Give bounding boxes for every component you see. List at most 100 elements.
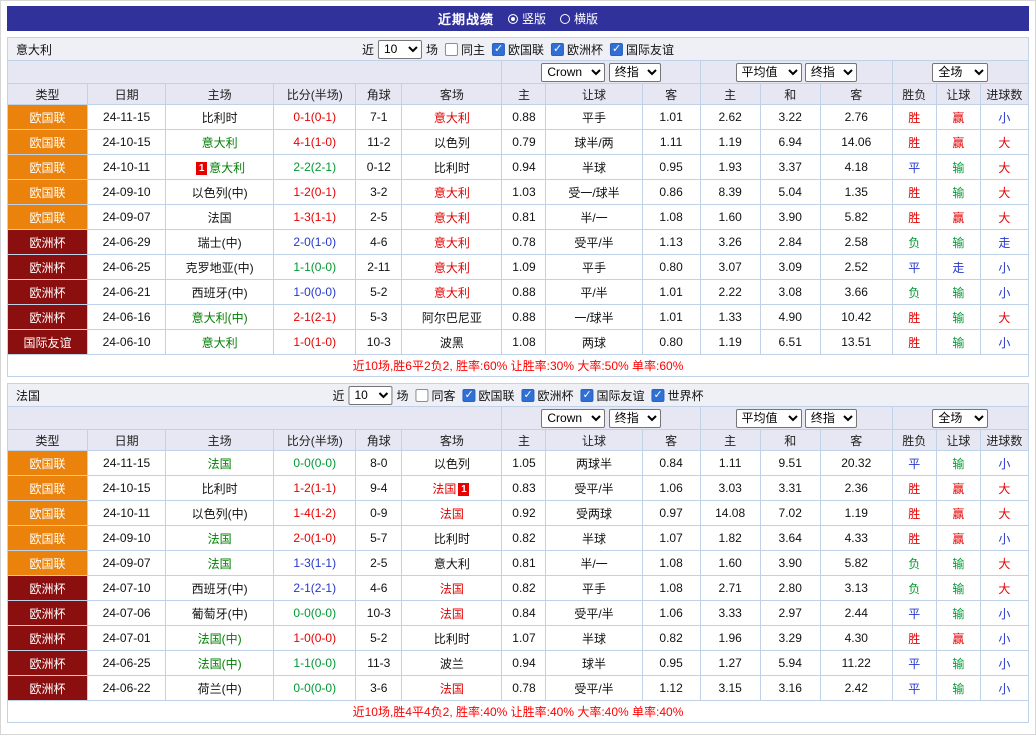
home-team-cell[interactable]: 法国(中) <box>166 626 274 651</box>
home-team-cell[interactable]: 法国 <box>166 526 274 551</box>
home-team-name: 法国 <box>208 557 232 571</box>
away-team-cell[interactable]: 比利时 <box>402 626 502 651</box>
home-team-cell[interactable]: 克罗地亚(中) <box>166 255 274 280</box>
same-venue-filter[interactable]: 同客 <box>415 387 455 404</box>
competition-filter-0[interactable]: 欧国联 <box>492 41 544 58</box>
home-team-cell[interactable]: 瑞士(中) <box>166 230 274 255</box>
away-team-cell[interactable]: 阿尔巴尼亚 <box>402 305 502 330</box>
average-odds-select[interactable]: 平均值 <box>736 409 802 428</box>
euro-final-odds-select[interactable]: 终指 <box>805 63 857 82</box>
summary-row: 近10场,胜6平2负2, 胜率:60% 让胜率:30% 大率:50% 单率:60… <box>8 355 1029 377</box>
checkbox-icon <box>581 389 594 402</box>
away-team-cell[interactable]: 法国 <box>402 601 502 626</box>
away-team-cell[interactable]: 波黑 <box>402 330 502 355</box>
competition-badge: 欧国联 <box>8 205 88 230</box>
result-cell: 负 <box>892 280 936 305</box>
home-team-cell[interactable]: 法国 <box>166 551 274 576</box>
competition-filter-3[interactable]: 世界杯 <box>652 387 704 404</box>
euro-draw-odds: 6.51 <box>760 330 820 355</box>
bookmaker-select[interactable]: Crown <box>541 409 605 428</box>
competition-badge: 欧洲杯 <box>8 230 88 255</box>
euro-final-odds-select[interactable]: 终指 <box>805 409 857 428</box>
home-team-cell[interactable]: 以色列(中) <box>166 501 274 526</box>
away-team-cell[interactable]: 意大利 <box>402 105 502 130</box>
bookmaker-select[interactable]: Crown <box>541 63 605 82</box>
competition-filter-2[interactable]: 国际友谊 <box>581 387 645 404</box>
asian-final-odds-select[interactable]: 终指 <box>609 409 661 428</box>
away-team-cell[interactable]: 意大利 <box>402 180 502 205</box>
away-team-cell[interactable]: 法国 <box>402 501 502 526</box>
view-option-1[interactable]: 横版 <box>560 10 598 27</box>
home-team-cell[interactable]: 比利时 <box>166 105 274 130</box>
away-team-cell[interactable]: 意大利 <box>402 255 502 280</box>
corner-cell: 7-1 <box>356 105 402 130</box>
home-team-cell[interactable]: 意大利(中) <box>166 305 274 330</box>
away-team-cell[interactable]: 法国 <box>402 676 502 701</box>
home-team-cell[interactable]: 葡萄牙(中) <box>166 601 274 626</box>
score-cell: 4-1(1-0) <box>274 130 356 155</box>
euro-home-odds: 2.22 <box>700 280 760 305</box>
away-team-cell[interactable]: 波兰 <box>402 651 502 676</box>
result-cell: 胜 <box>892 526 936 551</box>
fulltime-selector: 全场 <box>892 407 1028 430</box>
competition-filter-1[interactable]: 欧洲杯 <box>551 41 603 58</box>
handicap-result-cell: 走 <box>936 255 980 280</box>
away-team-cell[interactable]: 以色列 <box>402 451 502 476</box>
handicap-result-cell: 输 <box>936 551 980 576</box>
away-team-cell[interactable]: 意大利 <box>402 205 502 230</box>
euro-home-odds: 8.39 <box>700 180 760 205</box>
column-header: 客 <box>642 84 700 105</box>
match-row: 欧洲杯 24-07-10 西班牙(中) 2-1(2-1) 4-6 法国 0.82… <box>8 576 1029 601</box>
home-team-cell[interactable]: 法国 <box>166 451 274 476</box>
home-team-name: 西班牙(中) <box>192 286 248 300</box>
score-cell: 0-0(0-0) <box>274 601 356 626</box>
checkbox-icon <box>445 43 458 56</box>
away-team-cell[interactable]: 以色列 <box>402 130 502 155</box>
view-option-label: 横版 <box>574 10 598 27</box>
fulltime-select[interactable]: 全场 <box>932 409 988 428</box>
away-team-cell[interactable]: 法国1 <box>402 476 502 501</box>
home-team-cell[interactable]: 意大利 <box>166 330 274 355</box>
competition-filter-1[interactable]: 欧洲杯 <box>522 387 574 404</box>
view-option-0[interactable]: 竖版 <box>508 10 546 27</box>
column-header: 主 <box>700 430 760 451</box>
asian-handicap: 球半/两 <box>546 130 642 155</box>
match-count-select[interactable]: 10 <box>348 386 392 405</box>
asian-handicap: 两球半 <box>546 451 642 476</box>
header-spacer <box>8 407 502 430</box>
away-team-cell[interactable]: 意大利 <box>402 551 502 576</box>
same-venue-filter[interactable]: 同主 <box>445 41 485 58</box>
home-team-cell[interactable]: 西班牙(中) <box>166 280 274 305</box>
average-odds-select[interactable]: 平均值 <box>736 63 802 82</box>
home-team-cell[interactable]: 荷兰(中) <box>166 676 274 701</box>
match-date: 24-10-11 <box>88 501 166 526</box>
result-cell: 平 <box>892 601 936 626</box>
asian-final-odds-select[interactable]: 终指 <box>609 63 661 82</box>
home-team-cell[interactable]: 法国 <box>166 205 274 230</box>
asian-home-odds: 1.09 <box>502 255 546 280</box>
competition-filter-2[interactable]: 国际友谊 <box>610 41 674 58</box>
home-team-cell[interactable]: 法国(中) <box>166 651 274 676</box>
euro-draw-odds: 7.02 <box>760 501 820 526</box>
team-name: 意大利 <box>16 41 52 58</box>
away-team-cell[interactable]: 比利时 <box>402 526 502 551</box>
home-team-cell[interactable]: 比利时 <box>166 476 274 501</box>
match-count-select[interactable]: 10 <box>378 40 422 59</box>
home-team-cell[interactable]: 西班牙(中) <box>166 576 274 601</box>
euro-home-odds: 1.19 <box>700 130 760 155</box>
match-date: 24-10-11 <box>88 155 166 180</box>
score-cell: 1-1(0-0) <box>274 651 356 676</box>
away-team-cell[interactable]: 意大利 <box>402 280 502 305</box>
competition-filter-0[interactable]: 欧国联 <box>462 387 514 404</box>
home-team-cell[interactable]: 意大利 <box>166 130 274 155</box>
away-team-cell[interactable]: 法国 <box>402 576 502 601</box>
home-team-name: 法国 <box>208 532 232 546</box>
column-header: 角球 <box>356 84 402 105</box>
fulltime-select[interactable]: 全场 <box>932 63 988 82</box>
away-team-cell[interactable]: 意大利 <box>402 230 502 255</box>
away-team-cell[interactable]: 比利时 <box>402 155 502 180</box>
corner-cell: 8-0 <box>356 451 402 476</box>
home-team-cell[interactable]: 以色列(中) <box>166 180 274 205</box>
match-row: 欧国联 24-10-15 意大利 4-1(1-0) 11-2 以色列 0.79 … <box>8 130 1029 155</box>
home-team-cell[interactable]: 1意大利 <box>166 155 274 180</box>
